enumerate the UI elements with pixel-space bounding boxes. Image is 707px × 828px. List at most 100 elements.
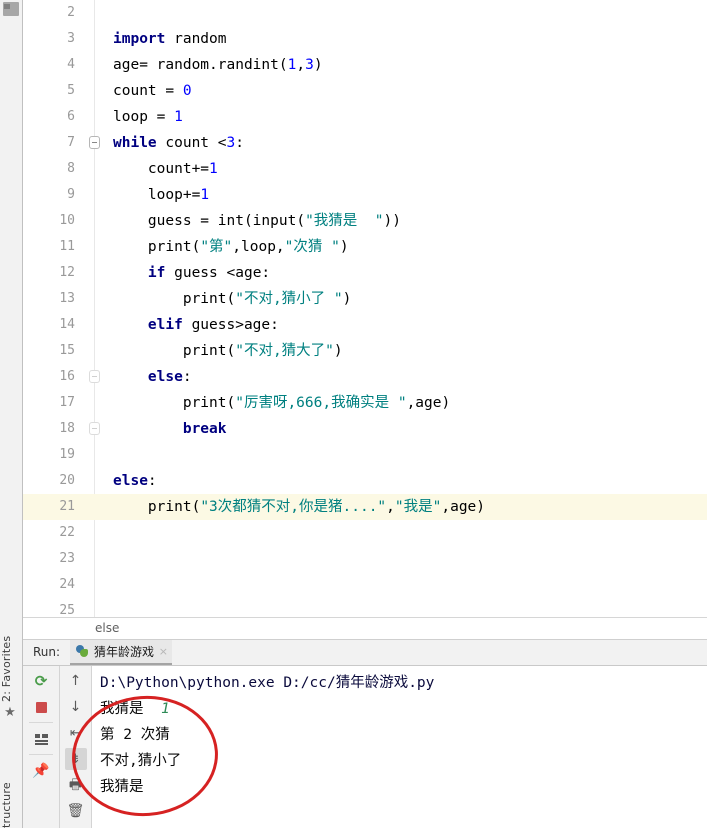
code-line[interactable]: else: [105,364,707,390]
fold-collapse-icon[interactable] [89,422,100,435]
up-icon[interactable]: ↑ [65,670,87,692]
line-number: 13 [23,286,85,312]
line-number: 14 [23,312,85,338]
fold-row [85,182,105,208]
code-token-str: "我是" [394,499,442,515]
code-line[interactable]: print("3次都猜不对,你是猪....","我是",age) [105,494,707,520]
line-number-label: 23 [59,551,75,566]
code-token-plain: ,age) [441,499,486,515]
code-token-kw: if [147,265,166,281]
code-line[interactable]: print("第",loop,"次猜 ") [105,234,707,260]
fold-row [85,130,105,156]
code-line[interactable] [105,0,707,26]
scroll-to-end-icon[interactable]: ⇟ [64,748,87,770]
code-line[interactable] [105,598,707,617]
code-line[interactable]: elif guess>age: [105,312,707,338]
code-token-str: "我猜是 " [305,213,384,229]
code-token-kw: import [113,31,166,47]
close-icon[interactable]: × [159,645,168,658]
code-token-num: 0 [182,83,192,99]
run-tab[interactable]: 猜年龄游戏 × [70,640,173,665]
code-token-plain: print( [113,499,201,515]
fold-collapse-icon[interactable] [89,370,100,383]
fold-row [85,104,105,130]
fold-row [85,546,105,572]
code-token-plain: guess>age: [182,317,279,333]
code-token-plain: print( [113,239,201,255]
code-line[interactable] [105,520,707,546]
line-number-label: 19 [59,447,75,462]
code-line[interactable]: import random [105,26,707,52]
line-number-label: 20 [59,473,75,488]
console-output[interactable]: D:\Python\python.exe D:/cc/猜年龄游戏.py 我猜是 1… [92,666,707,828]
code-editor[interactable]: 2 3 4 5 6 7 8 9 10 11 12 13 14 15 16 17 18 19 20 21 22 23 24 25… [23,0,707,617]
fold-row [85,364,105,390]
code-token-kw: else [147,369,183,385]
fold-row [85,468,105,494]
code-line[interactable] [105,546,707,572]
code-line[interactable]: print("厉害呀,666,我确实是 ",age) [105,390,707,416]
console-user-input[interactable]: 1 [161,701,170,717]
line-number: 3 [23,26,85,52]
console-text: D:\Python\python.exe D:/cc/猜年龄游戏.py [100,675,435,691]
code-line[interactable] [105,442,707,468]
console-output-line: 第 2 次猜 [100,722,707,748]
toolbar-divider-2 [29,754,53,755]
print-icon[interactable]: 🖶 [65,774,87,796]
project-tool-icon[interactable] [3,2,19,16]
code-line[interactable]: count+=1 [105,156,707,182]
code-line[interactable]: count = 0 [105,78,707,104]
line-number: 10 [23,208,85,234]
soft-wrap-icon[interactable]: ⇤ [65,722,87,744]
code-token-plain: , [386,499,395,515]
code-token-num: 1 [209,161,218,177]
code-line[interactable]: break [105,416,707,442]
breadcrumb-item-else[interactable]: else [95,621,119,635]
line-number-label: 2 [67,5,75,20]
fold-row [85,0,105,26]
line-number: 23 [23,546,85,572]
fold-row [85,416,105,442]
line-number: 24 [23,572,85,598]
fold-row [85,598,105,617]
clear-all-icon[interactable]: 🗑 [65,800,87,822]
code-line[interactable]: if guess <age: [105,260,707,286]
fold-row [85,78,105,104]
code-line[interactable]: loop = 1 [105,104,707,130]
rerun-icon[interactable]: ⟳ [30,670,52,692]
code-text-area[interactable]: import random age= random.randint(1,3) cou… [105,0,707,617]
stop-icon[interactable] [30,696,52,718]
code-token-plain: loop = [113,109,175,125]
sidebar-tab-favorites[interactable]: 2: Favorites [0,616,23,702]
editor-gutter[interactable]: 2 3 4 5 6 7 8 9 10 11 12 13 14 15 16 17 18 19 20 21 22 23 24 25 [23,0,86,617]
down-icon[interactable]: ↓ [65,696,87,718]
pin-tab-icon[interactable]: 📌 [30,760,52,782]
code-line[interactable]: else: [105,468,707,494]
console-output-line: 我猜是 1 [100,696,707,722]
code-folding-strip[interactable] [85,0,105,617]
line-number: 21 [23,494,85,520]
fold-collapse-icon[interactable] [89,136,100,149]
code-token-plain: ) [339,239,349,255]
breadcrumb[interactable]: else [23,617,707,640]
line-number: 16 [23,364,85,390]
code-token-num: 3 [305,57,314,73]
fold-row [85,390,105,416]
code-line[interactable]: print("不对,猜大了") [105,338,707,364]
code-token-plain: age= random.randint( [113,57,288,73]
code-line[interactable]: while count <3: [105,130,707,156]
code-token-plain: guess = int(input( [113,213,306,229]
line-number-label: 5 [67,83,75,98]
code-line[interactable]: age= random.randint(1,3) [105,52,707,78]
code-line[interactable] [105,572,707,598]
code-token-num: 3 [226,135,236,151]
code-token-plain: ) [342,291,352,307]
code-line[interactable]: print("不对,猜小了 ") [105,286,707,312]
sidebar-tab-structure[interactable]: tructure [0,766,23,828]
console-text: 我猜是 [100,701,161,717]
console-text: 我猜是 [100,779,144,795]
show-grid-icon[interactable] [30,728,52,750]
code-line[interactable]: loop+=1 [105,182,707,208]
code-line[interactable]: guess = int(input("我猜是 ")) [105,208,707,234]
